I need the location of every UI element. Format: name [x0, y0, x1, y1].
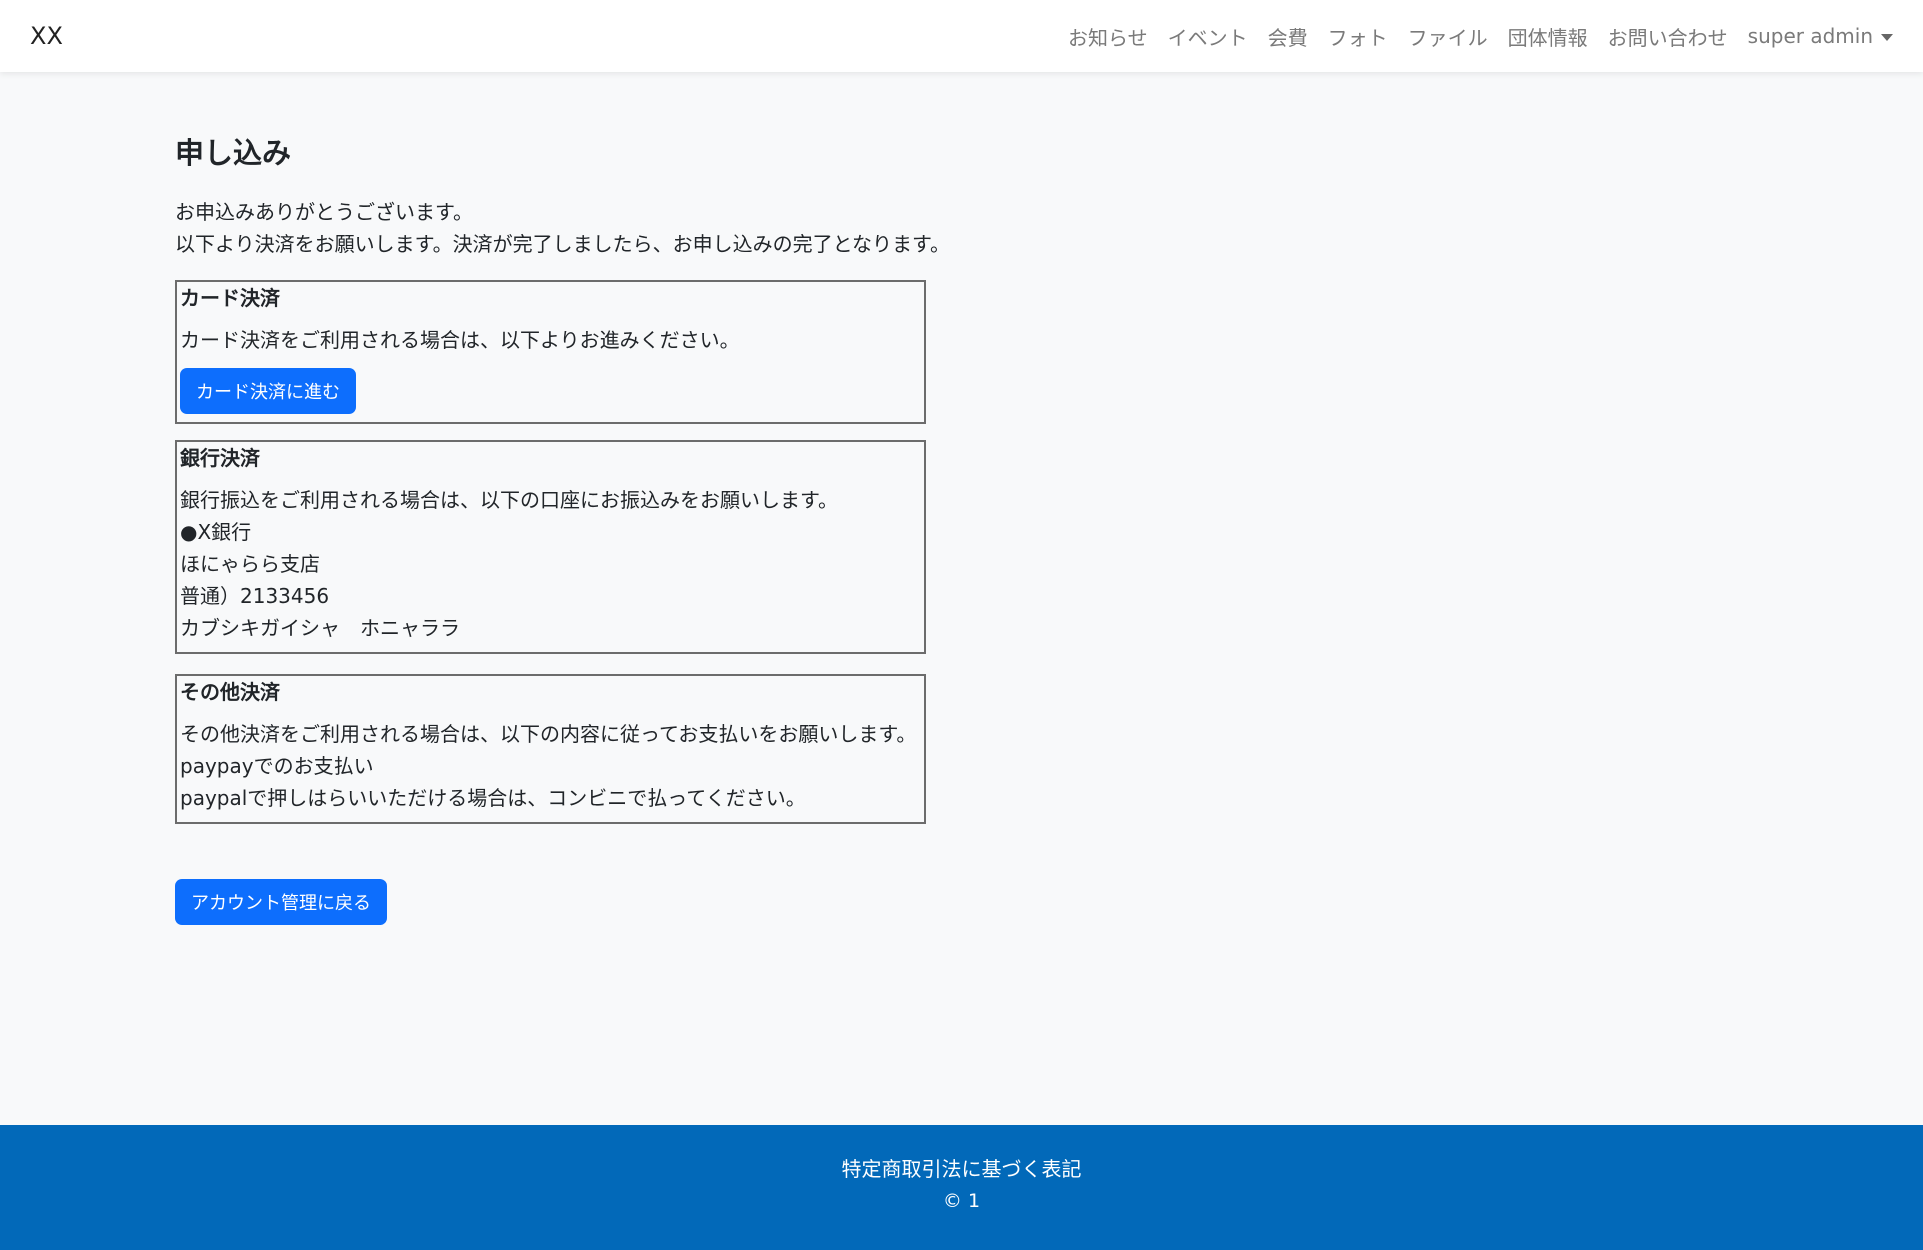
brand-logo[interactable]: XX	[30, 22, 63, 50]
nav-item-fees[interactable]: 会費	[1268, 22, 1308, 51]
nav-item-news[interactable]: お知らせ	[1068, 22, 1148, 51]
nav-item-contact[interactable]: お問い合わせ	[1608, 22, 1728, 51]
page-footer: 特定商取引法に基づく表記 © 1	[0, 1125, 1923, 1250]
bank-payment-section: 銀行決済 銀行振込をご利用される場合は、以下の口座にお振込みをお願いします。 ●…	[175, 440, 926, 654]
other-payment-heading: その他決済	[180, 680, 280, 704]
page-title: 申し込み	[175, 136, 292, 170]
other-payment-line: paypayでのお支払い	[180, 754, 374, 778]
bank-account-number: 普通）2133456	[180, 584, 330, 608]
main-content: 申し込み お申込みありがとうございます。 以下より決済をお願いします。決済が完了…	[175, 130, 1075, 925]
user-name: super admin	[1747, 24, 1873, 48]
card-payment-heading: カード決済	[180, 286, 280, 310]
copyright-text: © 1	[942, 1190, 981, 1212]
intro-line: お申込みありがとうございます。	[175, 200, 473, 224]
bank-branch: ほにゃらら支店	[180, 552, 320, 576]
nav-menu: お知らせ イベント 会費 フォト ファイル 団体情報 お問い合わせ super …	[1068, 22, 1893, 51]
nav-item-photos[interactable]: フォト	[1328, 22, 1388, 51]
bank-account-holder: カブシキガイシャ ホニャララ	[180, 616, 460, 640]
intro-line: 以下より決済をお願いします。決済が完了しましたら、お申し込みの完了となります。	[175, 232, 950, 256]
intro-text: お申込みありがとうございます。 以下より決済をお願いします。決済が完了しましたら…	[175, 196, 1075, 260]
nav-item-organization-info[interactable]: 団体情報	[1508, 22, 1588, 51]
back-to-account-button[interactable]: アカウント管理に戻る	[175, 879, 387, 925]
other-payment-line: paypalで押しはらいいただける場合は、コンビニで払ってください。	[180, 786, 806, 810]
user-menu-dropdown[interactable]: super admin	[1748, 24, 1893, 48]
bank-payment-heading: 銀行決済	[180, 446, 260, 470]
top-navbar: XX お知らせ イベント 会費 フォト ファイル 団体情報 お問い合わせ sup…	[0, 0, 1923, 72]
bank-name: ●X銀行	[180, 520, 252, 544]
card-payment-description: カード決済をご利用される場合は、以下よりお進みください。	[180, 328, 740, 352]
bank-payment-description: 銀行振込をご利用される場合は、以下の口座にお振込みをお願いします。	[180, 488, 838, 512]
nav-item-files[interactable]: ファイル	[1408, 22, 1488, 51]
card-payment-section: カード決済 カード決済をご利用される場合は、以下よりお進みください。 カード決済…	[175, 280, 926, 424]
other-payment-section: その他決済 その他決済をご利用される場合は、以下の内容に従ってお支払いをお願いし…	[175, 674, 926, 824]
caret-down-icon	[1881, 33, 1893, 41]
nav-item-events[interactable]: イベント	[1168, 22, 1248, 51]
legal-notice-link[interactable]: 特定商取引法に基づく表記	[0, 1153, 1923, 1185]
card-payment-button[interactable]: カード決済に進む	[180, 368, 356, 414]
other-payment-description: その他決済をご利用される場合は、以下の内容に従ってお支払いをお願いします。	[180, 722, 917, 746]
